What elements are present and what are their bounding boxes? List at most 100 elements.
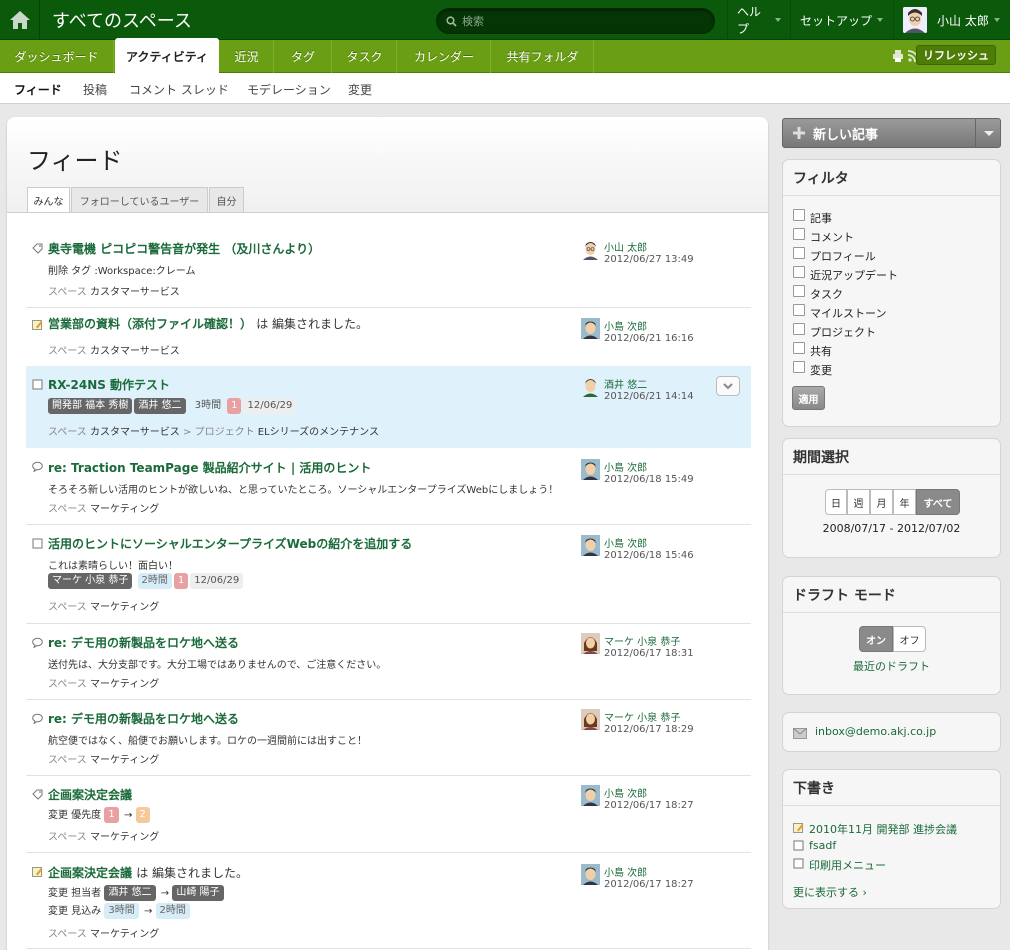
period-week[interactable]: 週 — [847, 489, 870, 515]
post-date: 2012/06/21 14:14 — [604, 391, 694, 402]
author-name[interactable]: 小山 太郎 — [604, 239, 647, 254]
setup-menu[interactable]: セットアップ — [790, 0, 893, 40]
search-box[interactable] — [436, 8, 715, 34]
feed-item-title[interactable]: 企画案決定会議 は 編集されました。 — [48, 864, 248, 881]
feed-item-title[interactable]: re: デモ用の新製品をロケ地へ送る — [48, 710, 239, 727]
space-link[interactable]: マーケティング — [90, 504, 159, 515]
author-name[interactable]: 酒井 悠二 — [604, 376, 647, 391]
feed-item-title[interactable]: re: デモ用の新製品をロケ地へ送る — [48, 634, 239, 651]
filter-tab-me[interactable]: 自分 — [209, 187, 244, 212]
author-name[interactable]: 小島 次郎 — [604, 318, 647, 333]
space-link[interactable]: カスタマーサービス — [90, 346, 180, 357]
show-more-link[interactable]: 更に表示する › — [793, 884, 867, 900]
tab-dashboard[interactable]: ダッシュボード — [0, 40, 114, 73]
recent-drafts-link[interactable]: 最近のドラフト — [783, 658, 1000, 674]
help-menu[interactable]: ヘルプ — [727, 0, 790, 40]
assignee-chip[interactable]: 酒井 悠二 — [134, 398, 186, 414]
due-date: 12/06/29 — [190, 573, 244, 589]
filter-checkbox[interactable] — [793, 209, 805, 221]
tab-activity[interactable]: アクティビティ — [115, 38, 219, 74]
period-month[interactable]: 月 — [870, 489, 893, 515]
period-day[interactable]: 日 — [825, 489, 847, 515]
feed-item-title[interactable]: 活用のヒントにソーシャルエンタープライズWebの紹介を追加する — [48, 535, 412, 552]
tab-shared-folder[interactable]: 共有フォルダ — [492, 40, 594, 73]
assignee-from[interactable]: 酒井 悠二 — [104, 885, 156, 901]
filter-label: マイルストーン — [810, 307, 887, 320]
space-link[interactable]: マーケティング — [90, 755, 159, 766]
feed-item-title[interactable]: 営業部の資料（添付ファイル確認！） は 編集されました。 — [48, 315, 368, 332]
author-name[interactable]: 小島 次郎 — [604, 535, 647, 550]
filter-checkbox[interactable] — [793, 323, 805, 335]
edit-icon — [793, 823, 804, 833]
tab-tags[interactable]: タグ — [275, 40, 332, 73]
home-icon[interactable] — [0, 0, 40, 40]
feed-item-title[interactable]: 奥寺電機 ピコピコ警告音が発生 （及川さんより） — [48, 240, 320, 257]
filter-checkbox[interactable] — [793, 266, 805, 278]
assignee-chip[interactable]: 開発部 福本 秀樹 — [48, 398, 133, 414]
subnav-moderation[interactable]: モデレーション — [247, 81, 331, 98]
filter-tab-following[interactable]: フォローしているユーザー — [71, 187, 208, 212]
period-all[interactable]: すべて — [916, 489, 960, 515]
filter-tab-everyone[interactable]: みんな — [27, 187, 70, 213]
tag-icon — [32, 789, 43, 800]
period-year[interactable]: 年 — [893, 489, 916, 515]
inbox-email-link[interactable]: inbox@demo.akj.co.jp — [815, 725, 936, 738]
feed-item-title[interactable]: RX-24NS 動作テスト — [48, 376, 170, 393]
subnav-changes[interactable]: 変更 — [348, 81, 372, 98]
feed-item: re: デモ用の新製品をロケ地へ送る 航空便ではなく、船便でお願いします。ロケの… — [26, 700, 751, 775]
space-link[interactable]: カスタマーサービス — [90, 427, 180, 438]
filter-checkbox[interactable] — [793, 285, 805, 297]
space-title[interactable]: すべてのスペース — [52, 7, 192, 33]
user-menu[interactable]: 小山 太郎 — [893, 0, 1010, 40]
draft-on-toggle[interactable]: オン — [859, 626, 893, 652]
filter-checkbox[interactable] — [793, 304, 805, 316]
filter-checkbox[interactable] — [793, 228, 805, 240]
space-link[interactable]: マーケティング — [90, 832, 159, 843]
assignee-chip[interactable]: マーケ 小泉 恭子 — [48, 573, 133, 589]
feed-item-title[interactable]: re: Traction TeamPage 製品紹介サイト | 活用のヒント — [48, 459, 371, 476]
chevron-right-icon: › — [862, 886, 867, 899]
tab-tasks[interactable]: タスク — [333, 40, 397, 73]
space-link[interactable]: マーケティング — [90, 929, 159, 940]
project-link[interactable]: ELシリーズのメンテナンス — [258, 427, 379, 438]
author-name[interactable]: マーケ 小泉 恭子 — [604, 633, 680, 648]
feed-panel: フィード みんな フォローしているユーザー 自分 奥寺電機 ピコピコ警告音が発生… — [7, 117, 768, 950]
author-name[interactable]: 小島 次郎 — [604, 864, 647, 879]
mail-icon — [793, 728, 807, 739]
apply-button[interactable]: 適用 — [792, 386, 825, 410]
task-icon — [32, 538, 43, 549]
item-actions-dropdown[interactable] — [716, 376, 740, 396]
chevron-down-icon[interactable] — [983, 130, 995, 138]
author-name[interactable]: 小島 次郎 — [604, 459, 647, 474]
avatar — [581, 785, 600, 806]
chevron-down-icon — [877, 18, 884, 22]
filter-label: 記事 — [810, 212, 832, 225]
space-link[interactable]: マーケティング — [90, 679, 159, 690]
draft-link[interactable]: fsadf — [809, 839, 836, 852]
subnav-feed[interactable]: フィード — [14, 81, 62, 98]
space-link[interactable]: カスタマーサービス — [90, 287, 180, 298]
new-post-button[interactable]: 新しい記事 — [782, 118, 1001, 148]
tab-calendar[interactable]: カレンダー — [398, 40, 491, 73]
draft-link[interactable]: 2010年11月 開発部 進捗会議 — [809, 821, 957, 837]
draft-link[interactable]: 印刷用メニュー — [809, 857, 886, 873]
tab-status[interactable]: 近況 — [220, 40, 274, 73]
filter-checkbox[interactable] — [793, 361, 805, 373]
search-icon — [446, 16, 457, 27]
author-name[interactable]: マーケ 小泉 恭子 — [604, 709, 680, 724]
feed-item-title[interactable]: 企画案決定会議 — [48, 786, 132, 803]
search-input[interactable] — [462, 12, 702, 30]
space-link[interactable]: マーケティング — [90, 602, 159, 613]
filter-checkbox[interactable] — [793, 342, 805, 354]
subnav-posts[interactable]: 投稿 — [83, 81, 107, 98]
drafts-title: 下書き — [783, 770, 1000, 806]
avatar — [581, 535, 600, 556]
print-icon[interactable] — [893, 50, 903, 62]
subnav-comment-threads[interactable]: コメント スレッド — [129, 81, 229, 98]
filter-checkbox[interactable] — [793, 247, 805, 259]
period-title: 期間選択 — [783, 439, 1000, 475]
assignee-to[interactable]: 山崎 陽子 — [172, 885, 224, 901]
refresh-button[interactable]: リフレッシュ — [916, 45, 996, 65]
draft-off-toggle[interactable]: オフ — [893, 626, 926, 652]
author-name[interactable]: 小島 次郎 — [604, 785, 647, 800]
